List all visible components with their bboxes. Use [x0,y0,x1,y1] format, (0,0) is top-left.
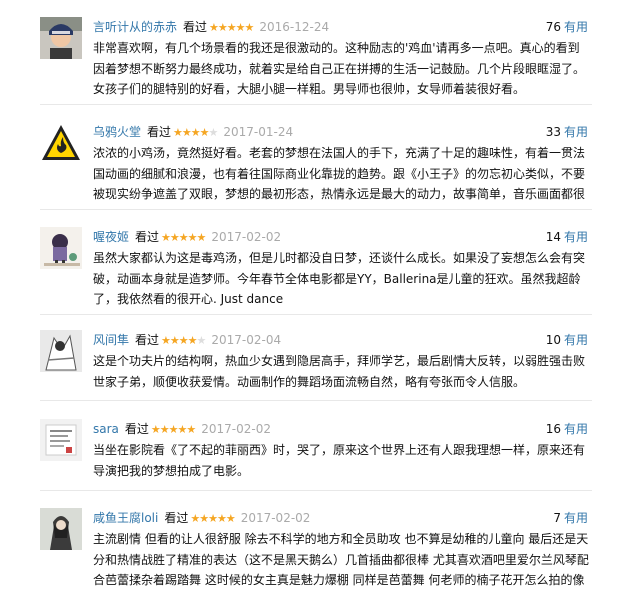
watched-label: 看过 [135,333,160,347]
divider [40,104,592,105]
review-meta: 言听计从的赤赤 看过 ★★★★★ 2016-12-24 [93,19,329,35]
useful-vote: 16 有用 [546,421,588,437]
review-text: 这是个功夫片的结构啊，热血少女遇到隐居高手，拜师学艺，最后剧情大反转，以弱胜强击… [93,354,586,389]
avatar[interactable] [40,17,82,59]
useful-vote: 76 有用 [546,19,588,35]
review-meta: sara 看过 ★★★★★ 2017-02-02 [93,421,271,437]
username-link[interactable]: 乌鸦火堂 [93,125,141,139]
useful-button[interactable]: 有用 [564,333,588,347]
review-date: 2017-02-02 [201,422,271,436]
username-link[interactable]: 喔夜姬 [93,230,129,244]
username-link[interactable]: sara [93,422,119,436]
rating-stars: ★★★★★ [161,231,206,244]
reviews-page: { "reviews": [ { "user": "言听计从的赤赤", "see… [0,0,640,594]
review-date: 2017-02-04 [211,333,282,347]
useful-vote: 10 有用 [546,332,588,348]
review-text: 非常喜欢啊，有几个场景看的我还是很激动的。这种励志的'鸡血'请再多一点吧。真心的… [93,41,586,96]
review-meta: 乌鸦火堂 看过 ★★★★★ 2017-01-24 [93,124,293,140]
useful-count: 76 [545,20,561,34]
rating-stars: ★★★★★ [190,512,235,525]
review-text: 浓浓的小鸡汤，竟然挺好看。老套的梦想在法国人的手下，充满了十足的趣味性，有着一贯… [93,146,586,201]
review-date: 2017-02-02 [211,230,282,244]
avatar[interactable] [40,419,82,461]
review-text: 虽然大家都认为这是毒鸡汤，但是儿时都没自日梦，还谈什么成长。如果没了妄想怎么会有… [93,251,586,306]
rating-stars: ★★★★★ [161,334,206,347]
divider [40,314,592,315]
useful-button[interactable]: 有用 [564,422,588,436]
divider [40,400,592,401]
useful-button[interactable]: 有用 [564,125,588,139]
review-meta: 喔夜姬 看过 ★★★★★ 2017-02-02 [93,229,281,245]
watched-label: 看过 [124,422,149,436]
watched-label: 看过 [135,230,160,244]
avatar[interactable] [40,508,82,550]
watched-label: 看过 [164,511,189,525]
useful-button[interactable]: 有用 [564,20,588,34]
rating-stars: ★★★★★ [173,126,218,139]
review-meta: 咸鱼王腐loli 看过 ★★★★★ 2017-02-02 [93,510,310,526]
review-meta: 风间隼 看过 ★★★★★ 2017-02-04 [93,332,281,348]
review-date: 2017-01-24 [223,125,294,139]
review-text: 当坐在影院看《了不起的菲丽西》时，哭了，原来这个世界上还有人跟我理想一样，原来还… [93,443,586,478]
avatar[interactable] [40,122,82,164]
username-link[interactable]: 言听计从的赤赤 [93,20,177,34]
watched-label: 看过 [183,20,208,34]
rating-stars: ★★★★★ [150,423,196,436]
review-text-content: 主流剧情 但看的让人很舒服 除去不科学的地方和全员助攻 也不算是幼稚的儿童向 最… [93,532,589,587]
useful-button[interactable]: 有用 [564,230,588,244]
useful-count: 7 [553,511,561,525]
useful-vote: 33 有用 [546,124,588,140]
watched-label: 看过 [147,125,172,139]
divider [40,490,592,491]
avatar[interactable] [40,227,82,269]
useful-count: 16 [545,422,561,436]
rating-stars: ★★★★★ [209,21,254,34]
useful-vote: 7 有用 [553,510,588,526]
useful-button[interactable]: 有用 [564,511,588,525]
username-link[interactable]: 咸鱼王腐loli [93,511,158,525]
review-date: 2017-02-02 [240,511,311,525]
useful-count: 33 [545,125,561,139]
review-text: 主流剧情 但看的让人很舒服 除去不科学的地方和全员助攻 也不算是幼稚的儿童向 最… [93,529,591,591]
useful-count: 10 [545,333,561,347]
avatar[interactable] [40,330,82,372]
useful-count: 14 [545,230,561,244]
useful-vote: 14 有用 [546,229,588,245]
divider [40,209,592,210]
username-link[interactable]: 风间隼 [93,333,129,347]
review-date: 2016-12-24 [259,20,330,34]
